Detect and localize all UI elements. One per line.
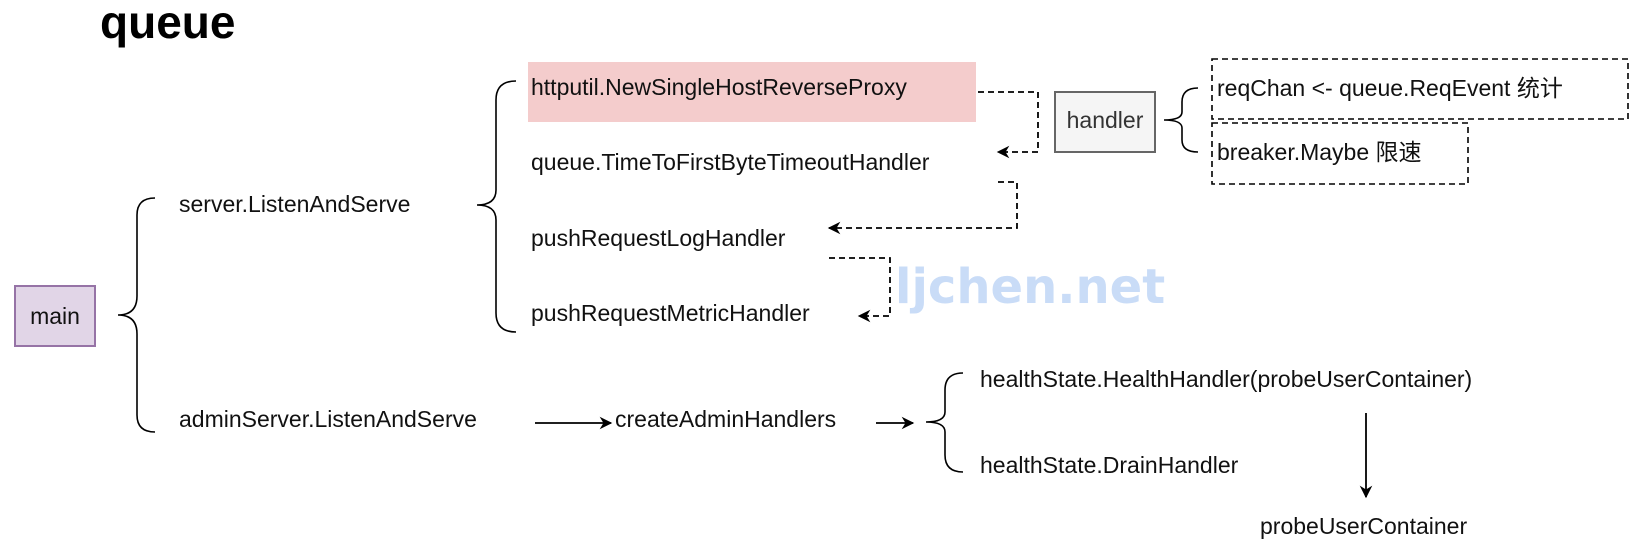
- admin-server-listen-and-serve[interactable]: adminServer.ListenAndServe: [179, 406, 477, 432]
- main-node[interactable]: main: [14, 285, 96, 347]
- handler-brace: [1163, 87, 1199, 153]
- server-listen-and-serve[interactable]: server.ListenAndServe: [179, 191, 410, 217]
- handler-node[interactable]: handler: [1054, 91, 1156, 153]
- health-handler[interactable]: healthState.HealthHandler(probeUserConta…: [980, 366, 1472, 392]
- create-admin-handlers[interactable]: createAdminHandlers: [615, 406, 836, 432]
- probe-user-container[interactable]: probeUserContainer: [1260, 513, 1467, 539]
- main-node-label: main: [30, 303, 80, 329]
- reverse-proxy-label[interactable]: httputil.NewSingleHostReverseProxy: [531, 74, 907, 100]
- drain-handler[interactable]: healthState.DrainHandler: [980, 452, 1239, 478]
- server-handlers-brace: [476, 80, 517, 333]
- watermark: ljchen.net: [895, 259, 1165, 315]
- breaker-label[interactable]: breaker.Maybe 限速: [1217, 139, 1422, 165]
- ttfb-to-log-arrow: [827, 181, 1018, 235]
- ttfb-timeout-handler[interactable]: queue.TimeToFirstByteTimeoutHandler: [531, 149, 930, 175]
- push-request-log-handler[interactable]: pushRequestLogHandler: [531, 225, 786, 251]
- log-to-metric-arrow: [829, 257, 891, 323]
- req-chan-label[interactable]: reqChan <- queue.ReqEvent 统计: [1217, 75, 1563, 101]
- queue-flow-diagram: queue ljchen.net main server.ListenAndSe…: [14, 0, 1629, 539]
- admin-handlers-brace: [925, 372, 964, 473]
- handler-label: handler: [1067, 107, 1144, 133]
- diagram-title: queue: [100, 0, 235, 48]
- push-request-metric-handler[interactable]: pushRequestMetricHandler: [531, 300, 810, 326]
- main-brace: [117, 197, 156, 433]
- proxy-to-ttfb-arrow: [978, 91, 1039, 159]
